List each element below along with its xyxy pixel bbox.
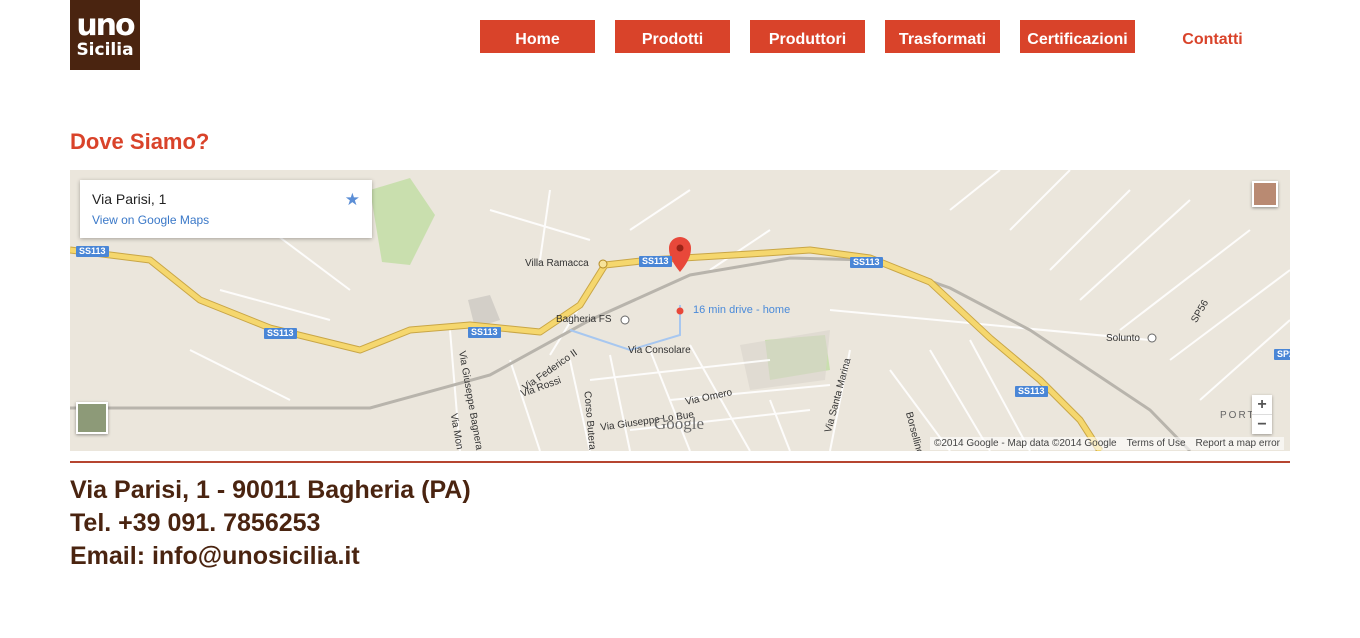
terms-link[interactable]: Terms of Use	[1127, 438, 1186, 449]
google-logo: Google	[654, 414, 705, 433]
logo-line1: uno	[76, 8, 135, 43]
zoom-control: + −	[1252, 395, 1272, 434]
road-shield: SP2	[1274, 349, 1290, 360]
page-title: Dove Siamo?	[70, 129, 210, 154]
view-on-google-maps-link[interactable]: View on Google Maps	[92, 213, 360, 227]
main-nav: Home Prodotti Produttori Trasformati Cer…	[480, 20, 1290, 53]
road-shield: SS113	[468, 327, 501, 338]
map-marker-icon	[598, 237, 1157, 343]
nav-certificazioni[interactable]: Certificazioni	[1020, 20, 1135, 53]
road-shield: SS113	[264, 328, 297, 339]
star-icon[interactable]: ★	[345, 190, 360, 210]
contact-info: Via Parisi, 1 - 90011 Bagheria (PA) Tel.…	[70, 474, 471, 573]
drive-time-label: 16 min drive - home	[693, 304, 791, 316]
contact-address: Via Parisi, 1 - 90011 Bagheria (PA)	[70, 476, 471, 504]
nav-produttori[interactable]: Produttori	[750, 20, 865, 53]
user-avatar[interactable]	[1252, 181, 1278, 207]
map-info-card: Via Parisi, 1 View on Google Maps ★	[80, 180, 372, 238]
road-shield: SS113	[639, 256, 672, 267]
attribution-text: ©2014 Google - Map data ©2014 Google	[933, 438, 1117, 449]
road-shield: SS113	[1015, 386, 1048, 397]
place-label: Via Consolare	[628, 345, 691, 356]
park-area	[370, 178, 435, 265]
map-attribution: ©2014 Google - Map data ©2014 Google Ter…	[929, 437, 1284, 450]
info-title: Via Parisi, 1	[92, 191, 167, 207]
route-line	[569, 305, 681, 352]
zoom-out-button[interactable]: −	[1252, 415, 1272, 434]
logo-line2: Sicilia	[76, 40, 134, 60]
place-label: Villa Ramacca	[525, 258, 589, 269]
report-error-link[interactable]: Report a map error	[1196, 438, 1280, 449]
road-shield: SS113	[76, 246, 109, 257]
nav-home[interactable]: Home	[480, 20, 595, 53]
place-label: Bagheria FS	[556, 314, 612, 325]
google-map[interactable]: SS113 SS113 SS113 SS113 SS113 SS113 SP2 …	[70, 170, 1290, 451]
satellite-toggle-icon[interactable]	[76, 402, 108, 434]
contact-phone: Tel. +39 091. 7856253	[70, 509, 321, 537]
place-label: Solunto	[1106, 333, 1140, 344]
urban-area	[740, 330, 830, 390]
zoom-in-button[interactable]: +	[1252, 395, 1272, 414]
section-divider	[70, 461, 1290, 463]
nav-trasformati[interactable]: Trasformati	[885, 20, 1000, 53]
road-shield: SS113	[850, 257, 883, 268]
contact-email[interactable]: Email: info@unosicilia.it	[70, 540, 471, 573]
nav-prodotti[interactable]: Prodotti	[615, 20, 730, 53]
brand-logo[interactable]: uno Sicilia	[70, 0, 140, 70]
nav-contatti[interactable]: Contatti	[1155, 20, 1270, 53]
